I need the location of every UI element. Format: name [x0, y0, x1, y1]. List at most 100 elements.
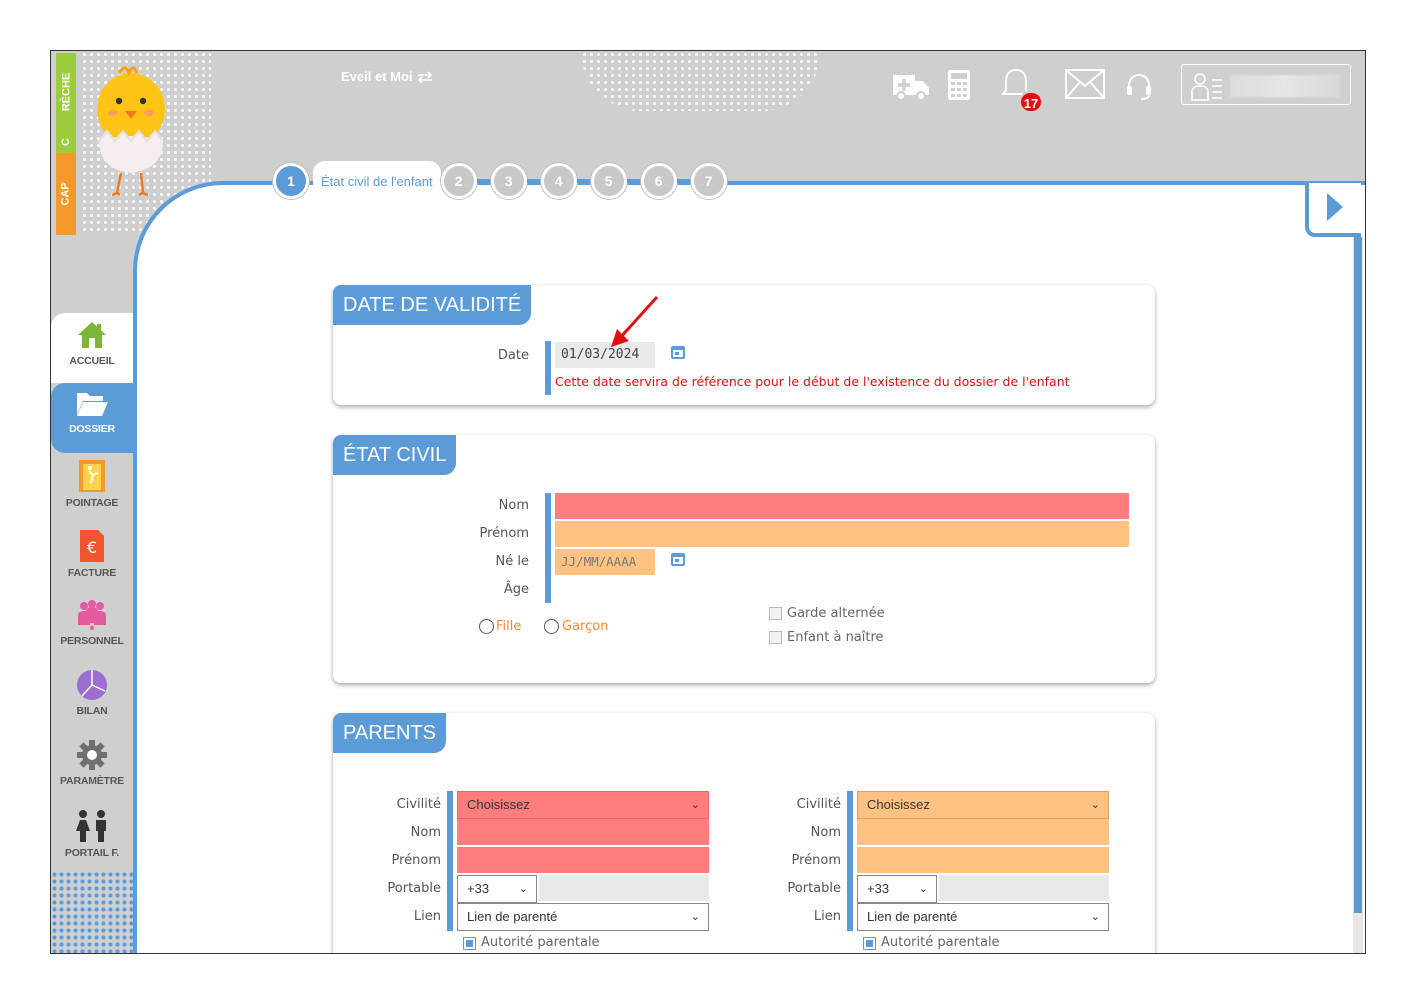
- sidebar-item-dossier[interactable]: DOSSIER: [51, 383, 133, 453]
- sidebar-item-label: PARAMÈTRE: [60, 775, 124, 787]
- prenom-input[interactable]: [555, 521, 1129, 547]
- validity-card: DATE DE VALIDITÉ Date 01/03/2024 Cette d…: [333, 285, 1155, 405]
- field-bar: [545, 493, 551, 603]
- step-7[interactable]: 7: [690, 163, 727, 199]
- p1-lien-value: Lien de parenté: [467, 909, 558, 924]
- sidebar-item-personnel[interactable]: PERSONNEL: [51, 593, 133, 663]
- chevron-down-icon: ⌄: [1090, 911, 1100, 923]
- age-label: Âge: [503, 582, 529, 597]
- play-arrow-icon: [1327, 193, 1343, 221]
- p2-civilite-label: Civilité: [796, 797, 841, 812]
- chevron-down-icon: ⌄: [690, 911, 700, 923]
- calendar-icon[interactable]: [671, 346, 685, 359]
- step-1-label: État civil de l'enfant: [313, 161, 441, 201]
- p1-nom-input[interactable]: [457, 819, 709, 845]
- sidebar-item-label: POINTAGE: [65, 497, 119, 509]
- p1-portable-input[interactable]: [539, 875, 709, 901]
- nom-label: Nom: [498, 498, 529, 513]
- parents-card: PARENTS Civilité Choisissez ⌄ Nom Prénom …: [333, 713, 1155, 953]
- fille-radio[interactable]: [479, 619, 494, 634]
- chevron-down-icon: ⌄: [918, 883, 928, 895]
- p2-portable-input[interactable]: [939, 875, 1109, 901]
- etat-civil-title: ÉTAT CIVIL: [333, 435, 457, 475]
- enfant-a-naitre-label: Enfant à naître: [787, 630, 884, 645]
- p1-civilite-select[interactable]: Choisissez ⌄: [457, 791, 709, 819]
- etat-civil-card: ÉTAT CIVIL Nom Prénom Né le JJ/MM/AAAA Â…: [333, 435, 1155, 683]
- user-account-box[interactable]: [1181, 64, 1351, 105]
- wizard-steps: 1 État civil de l'enfant 2 3 4 5 6 7: [273, 161, 727, 201]
- p1-lien-select[interactable]: Lien de parenté ⌄: [457, 903, 709, 931]
- nom-input[interactable]: [555, 493, 1129, 519]
- door-icon: [79, 460, 105, 492]
- garcon-radio[interactable]: [544, 619, 559, 634]
- calculator-icon[interactable]: [947, 69, 971, 101]
- calendar-icon[interactable]: [671, 553, 685, 566]
- user-card-icon: [1191, 73, 1222, 101]
- brand-logo-tag: RÈCHE C CAP: [56, 53, 76, 235]
- p1-civilite-value: Choisissez: [467, 797, 530, 812]
- sidebar-item-parametre[interactable]: PARAMÈTRE: [51, 733, 133, 803]
- p2-indicatif-select[interactable]: +33 ⌄: [857, 875, 937, 903]
- vertical-scrollbar[interactable]: [1353, 237, 1363, 953]
- euro-invoice-icon: €: [80, 530, 104, 562]
- chevron-down-icon: ⌄: [518, 883, 528, 895]
- brand-text-c: C: [59, 138, 72, 146]
- sidebar-item-label: ACCUEIL: [69, 355, 115, 367]
- sidebar-item-facture[interactable]: € FACTURE: [51, 523, 133, 593]
- p2-lien-value: Lien de parenté: [867, 909, 958, 924]
- p2-nom-input[interactable]: [857, 819, 1109, 845]
- garde-alternee-checkbox[interactable]: [769, 607, 782, 620]
- collapse-panel-button[interactable]: [1305, 183, 1361, 237]
- app-name-label: Eveil et Moi: [341, 69, 413, 84]
- notification-badge[interactable]: 17: [1019, 91, 1043, 113]
- step-2[interactable]: 2: [440, 163, 477, 199]
- step-6[interactable]: 6: [640, 163, 677, 199]
- p1-prenom-input[interactable]: [457, 847, 709, 873]
- p1-indicatif-value: +33: [467, 881, 490, 896]
- p1-autorite-checkbox[interactable]: [463, 937, 476, 950]
- step-1[interactable]: 1: [273, 163, 309, 199]
- step-5[interactable]: 5: [590, 163, 627, 199]
- sidebar-item-portail[interactable]: PORTAIL F.: [51, 803, 133, 873]
- field-bar: [545, 341, 551, 395]
- p2-civilite-value: Choisissez: [867, 797, 930, 812]
- chick-logo-icon: [97, 66, 165, 197]
- svg-text:€: €: [87, 538, 97, 557]
- sidebar-nav: ACCUEIL DOSSIER POINTAGE € FACTURE PERSO…: [51, 313, 133, 873]
- p2-civilite-select[interactable]: Choisissez ⌄: [857, 791, 1109, 819]
- p2-prenom-input[interactable]: [857, 847, 1109, 873]
- people-icon: [78, 600, 106, 630]
- p1-autorite-label: Autorité parentale: [481, 935, 600, 950]
- p2-prenom-label: Prénom: [791, 853, 841, 868]
- step-3[interactable]: 3: [490, 163, 527, 199]
- app-window: RÈCHE C CAP Eveil et Moi 17 1 État civil…: [50, 50, 1366, 954]
- headset-icon[interactable]: [1125, 71, 1153, 101]
- step-4[interactable]: 4: [540, 163, 577, 199]
- swap-arrows-icon: [417, 70, 432, 83]
- enfant-a-naitre-checkbox[interactable]: [769, 631, 782, 644]
- ambulance-icon[interactable]: [891, 69, 931, 101]
- validity-title: DATE DE VALIDITÉ: [333, 285, 532, 325]
- sidebar-item-accueil[interactable]: ACCUEIL: [51, 313, 133, 383]
- p2-autorite-checkbox[interactable]: [863, 937, 876, 950]
- garcon-label: Garçon: [562, 619, 609, 634]
- p2-autorite-label: Autorité parentale: [881, 935, 1000, 950]
- p1-indicatif-select[interactable]: +33 ⌄: [457, 875, 537, 903]
- chevron-down-icon: ⌄: [1090, 799, 1100, 811]
- field-bar: [447, 791, 453, 931]
- step-connector: [576, 179, 591, 183]
- p2-lien-label: Lien: [813, 909, 841, 924]
- mail-icon[interactable]: [1065, 69, 1105, 99]
- p2-lien-select[interactable]: Lien de parenté ⌄: [857, 903, 1109, 931]
- field-bar: [847, 791, 853, 931]
- p1-prenom-label: Prénom: [391, 853, 441, 868]
- chevron-down-icon: ⌄: [690, 799, 700, 811]
- sidebar-item-label: DOSSIER: [69, 423, 115, 435]
- app-switcher[interactable]: Eveil et Moi: [341, 69, 433, 84]
- birthdate-input[interactable]: JJ/MM/AAAA: [555, 549, 655, 575]
- sidebar-item-label: PERSONNEL: [60, 635, 124, 647]
- ne-le-label: Né le: [495, 554, 529, 569]
- sidebar-item-pointage[interactable]: POINTAGE: [51, 453, 133, 523]
- sidebar-item-bilan[interactable]: BILAN: [51, 663, 133, 733]
- scrollbar-thumb[interactable]: [1354, 237, 1362, 913]
